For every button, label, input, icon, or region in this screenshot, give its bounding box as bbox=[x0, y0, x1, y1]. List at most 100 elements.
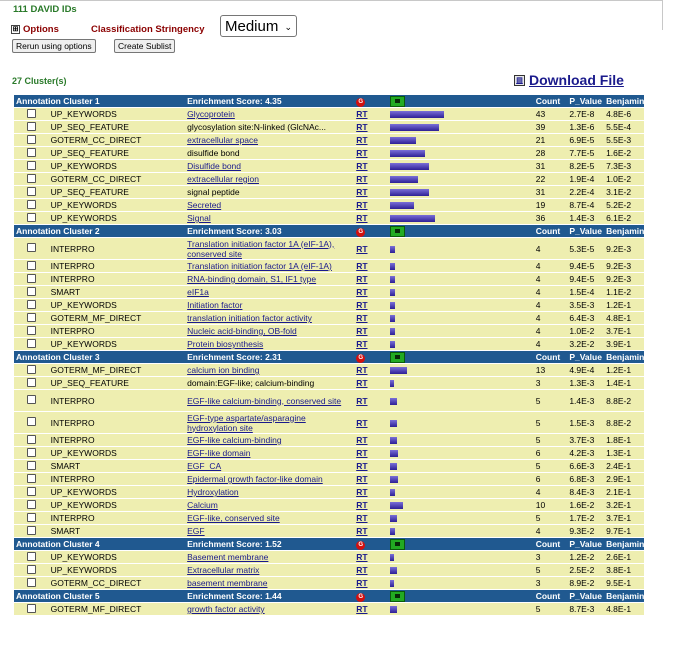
term-link[interactable]: Protein biosynthesis bbox=[187, 339, 263, 349]
rt-link[interactable]: RT bbox=[356, 604, 367, 614]
row-checkbox[interactable] bbox=[26, 212, 36, 222]
term-link[interactable]: extracellular region bbox=[187, 174, 259, 184]
row-checkbox[interactable] bbox=[26, 377, 36, 387]
term-link[interactable]: Hydroxylation bbox=[187, 487, 239, 497]
rt-link[interactable]: RT bbox=[356, 435, 367, 445]
options-toggle[interactable]: ⊞ Options bbox=[11, 24, 59, 35]
row-checkbox[interactable] bbox=[26, 603, 36, 613]
row-checkbox[interactable] bbox=[26, 286, 36, 296]
term-link[interactable]: EGF bbox=[187, 526, 204, 536]
row-checkbox[interactable] bbox=[26, 577, 36, 587]
rt-link[interactable]: RT bbox=[356, 287, 367, 297]
rt-link[interactable]: RT bbox=[356, 461, 367, 471]
heatmap-icon[interactable] bbox=[389, 538, 405, 550]
create-sublist-button[interactable]: Create Sublist bbox=[114, 39, 176, 53]
term-link[interactable]: EGF-type aspartate/asparagine hydroxylat… bbox=[187, 413, 306, 433]
row-checkbox[interactable] bbox=[26, 499, 36, 509]
rt-link[interactable]: RT bbox=[356, 365, 367, 375]
download-file-link[interactable]: ▤ Download File bbox=[514, 72, 624, 88]
row-checkbox[interactable] bbox=[26, 564, 36, 574]
term-link[interactable]: Extracellular matrix bbox=[187, 565, 259, 575]
stringency-select[interactable]: Medium ⌄ bbox=[220, 15, 297, 37]
term-link[interactable]: eIF1a bbox=[187, 287, 209, 297]
term-link[interactable]: Translation initiation factor 1A (eIF-1A… bbox=[187, 261, 332, 271]
rt-link[interactable]: RT bbox=[356, 313, 367, 323]
row-checkbox[interactable] bbox=[26, 160, 36, 170]
row-checkbox[interactable] bbox=[26, 260, 36, 270]
rt-link[interactable]: RT bbox=[356, 109, 367, 119]
rt-link[interactable]: RT bbox=[356, 161, 367, 171]
row-checkbox[interactable] bbox=[26, 395, 36, 404]
gene-group-icon[interactable]: G bbox=[356, 354, 366, 363]
term-link[interactable]: EGF_CA bbox=[187, 461, 221, 471]
term-link[interactable]: EGF-like, conserved site bbox=[187, 513, 280, 523]
term-link[interactable]: Nucleic acid-binding, OB-fold bbox=[187, 326, 297, 336]
rt-link[interactable]: RT bbox=[356, 578, 367, 588]
row-checkbox[interactable] bbox=[26, 447, 36, 457]
rt-link[interactable]: RT bbox=[356, 187, 367, 197]
term-link[interactable]: extracellular space bbox=[187, 135, 258, 145]
heatmap-icon[interactable] bbox=[389, 590, 405, 602]
row-checkbox[interactable] bbox=[26, 338, 36, 348]
rt-link[interactable]: RT bbox=[356, 396, 367, 406]
rt-link[interactable]: RT bbox=[356, 339, 367, 349]
rt-link[interactable]: RT bbox=[356, 474, 367, 484]
rt-link[interactable]: RT bbox=[356, 378, 367, 388]
rt-link[interactable]: RT bbox=[356, 213, 367, 223]
row-checkbox[interactable] bbox=[26, 108, 36, 118]
gene-group-icon[interactable]: G bbox=[356, 228, 366, 237]
term-link[interactable]: Glycoprotein bbox=[187, 109, 235, 119]
heatmap-icon[interactable] bbox=[389, 351, 405, 363]
term-link[interactable]: EGF-like calcium-binding, conserved site bbox=[187, 396, 341, 406]
options-label[interactable]: Options bbox=[23, 24, 59, 35]
rt-link[interactable]: RT bbox=[356, 174, 367, 184]
term-link[interactable]: Calcium bbox=[187, 500, 218, 510]
rerun-button[interactable]: Rerun using options bbox=[12, 39, 96, 53]
rt-link[interactable]: RT bbox=[356, 148, 367, 158]
term-link[interactable]: calcium ion binding bbox=[187, 365, 259, 375]
row-checkbox[interactable] bbox=[26, 243, 36, 252]
row-checkbox[interactable] bbox=[26, 325, 36, 335]
term-link[interactable]: Secreted bbox=[187, 200, 221, 210]
rt-link[interactable]: RT bbox=[356, 261, 367, 271]
download-file-label[interactable]: Download File bbox=[529, 72, 624, 88]
row-checkbox[interactable] bbox=[26, 364, 36, 374]
rt-link[interactable]: RT bbox=[356, 326, 367, 336]
heatmap-icon[interactable] bbox=[389, 95, 405, 107]
row-checkbox[interactable] bbox=[26, 312, 36, 322]
row-checkbox[interactable] bbox=[26, 299, 36, 309]
rt-link[interactable]: RT bbox=[356, 487, 367, 497]
row-checkbox[interactable] bbox=[26, 199, 36, 209]
term-link[interactable]: Signal bbox=[187, 213, 211, 223]
rt-link[interactable]: RT bbox=[356, 526, 367, 536]
rt-link[interactable]: RT bbox=[356, 244, 367, 254]
row-checkbox[interactable] bbox=[26, 512, 36, 522]
row-checkbox[interactable] bbox=[26, 525, 36, 535]
gene-group-icon[interactable]: G bbox=[356, 593, 366, 602]
term-link[interactable]: Basement membrane bbox=[187, 552, 268, 562]
gene-group-icon[interactable]: G bbox=[356, 98, 366, 107]
rt-link[interactable]: RT bbox=[356, 500, 367, 510]
term-link[interactable]: EGF-like domain bbox=[187, 448, 250, 458]
row-checkbox[interactable] bbox=[26, 417, 36, 426]
rt-link[interactable]: RT bbox=[356, 122, 367, 132]
heatmap-icon[interactable] bbox=[389, 225, 405, 237]
row-checkbox[interactable] bbox=[26, 121, 36, 131]
term-link[interactable]: Initiation factor bbox=[187, 300, 242, 310]
term-link[interactable]: translation initiation factor activity bbox=[187, 313, 312, 323]
row-checkbox[interactable] bbox=[26, 173, 36, 183]
term-link[interactable]: basement membrane bbox=[187, 578, 267, 588]
rt-link[interactable]: RT bbox=[356, 513, 367, 523]
row-checkbox[interactable] bbox=[26, 551, 36, 561]
rt-link[interactable]: RT bbox=[356, 274, 367, 284]
term-link[interactable]: growth factor activity bbox=[187, 604, 264, 614]
gene-group-icon[interactable]: G bbox=[356, 541, 366, 550]
term-link[interactable]: Disulfide bond bbox=[187, 161, 241, 171]
row-checkbox[interactable] bbox=[26, 273, 36, 283]
row-checkbox[interactable] bbox=[26, 434, 36, 444]
term-link[interactable]: Translation initiation factor 1A (eIF-1A… bbox=[187, 239, 334, 259]
rt-link[interactable]: RT bbox=[356, 565, 367, 575]
row-checkbox[interactable] bbox=[26, 186, 36, 196]
row-checkbox[interactable] bbox=[26, 473, 36, 483]
rt-link[interactable]: RT bbox=[356, 300, 367, 310]
